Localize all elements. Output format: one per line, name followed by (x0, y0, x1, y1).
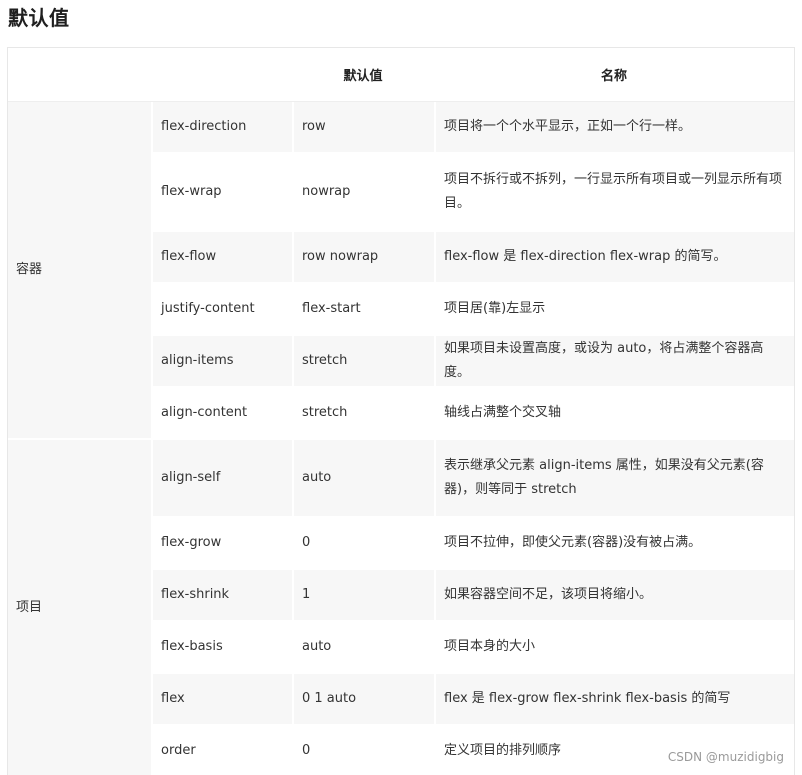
property-cell: flex-direction (151, 102, 292, 154)
description-cell: 项目不拉伸，即使父元素(容器)没有被占满。 (434, 518, 794, 570)
property-cell: flex-shrink (151, 570, 292, 622)
defaults-table-container: 默认值 名称 容器 flex-direction row 项目将一个个水平显示，… (7, 47, 795, 775)
default-cell: stretch (292, 336, 434, 388)
default-cell: 0 (292, 726, 434, 775)
group-label-item: 项目 (8, 440, 151, 775)
header-property (151, 48, 292, 102)
source-watermark: CSDN @muzidigbig (665, 749, 786, 765)
group-label-container: 容器 (8, 102, 151, 440)
description-cell: 如果容器空间不足，该项目将缩小。 (434, 570, 794, 622)
property-cell: justify-content (151, 284, 292, 336)
default-cell: 1 (292, 570, 434, 622)
description-cell: flex 是 flex-grow flex-shrink flex-basis … (434, 674, 794, 726)
table-row: 容器 flex-direction row 项目将一个个水平显示，正如一个行一样… (8, 102, 794, 440)
property-cell: flex-flow (151, 232, 292, 284)
default-cell: row nowrap (292, 232, 434, 284)
property-cell: flex (151, 674, 292, 726)
property-cell: flex-grow (151, 518, 292, 570)
description-cell: 项目将一个个水平显示，正如一个行一样。 (434, 102, 794, 154)
table-row: 项目 align-self auto 表示继承父元素 align-items 属… (8, 440, 794, 775)
default-cell: stretch (292, 388, 434, 440)
section-heading: 默认值 (8, 6, 70, 30)
property-cell: flex-basis (151, 622, 292, 674)
header-group (8, 48, 151, 102)
property-cell: order (151, 726, 292, 775)
document-page: 默认值 默认值 名称 容器 flex-direction row 项目将一个个水… (0, 0, 802, 775)
property-cell: align-content (151, 388, 292, 440)
description-cell: 如果项目未设置高度，或设为 auto，将占满整个容器高度。 (434, 336, 794, 388)
description-cell: 项目本身的大小 (434, 622, 794, 674)
description-cell: 项目居(靠)左显示 (434, 284, 794, 336)
description-cell: 表示继承父元素 align-items 属性，如果没有父元素(容器)，则等同于 … (434, 440, 794, 518)
default-cell: nowrap (292, 154, 434, 232)
flex-defaults-table: 默认值 名称 容器 flex-direction row 项目将一个个水平显示，… (8, 48, 794, 775)
default-cell: flex-start (292, 284, 434, 336)
default-cell: 0 (292, 518, 434, 570)
default-cell: row (292, 102, 434, 154)
description-cell: 轴线占满整个交叉轴 (434, 388, 794, 440)
property-cell: align-items (151, 336, 292, 388)
description-cell: 项目不拆行或不拆列，一行显示所有项目或一列显示所有项目。 (434, 154, 794, 232)
header-default-value: 默认值 (292, 48, 434, 102)
default-cell: auto (292, 440, 434, 518)
property-cell: align-self (151, 440, 292, 518)
table-header-row: 默认值 名称 (8, 48, 794, 102)
property-cell: flex-wrap (151, 154, 292, 232)
description-cell: flex-flow 是 flex-direction flex-wrap 的简写… (434, 232, 794, 284)
header-name: 名称 (434, 48, 794, 102)
default-cell: 0 1 auto (292, 674, 434, 726)
default-cell: auto (292, 622, 434, 674)
